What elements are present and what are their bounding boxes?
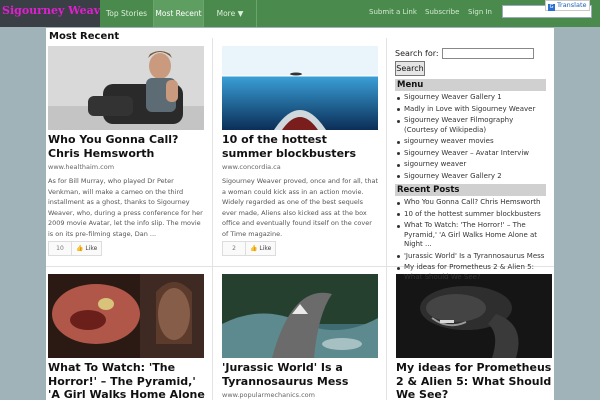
menu-link[interactable]: Sigourney Weaver Gallery 2 [395, 172, 546, 182]
nav-top-stories[interactable]: Top Stories [100, 0, 153, 27]
menu-link[interactable]: Sigourney Weaver Filmography (Courtesy o… [395, 116, 546, 135]
submit-link[interactable]: Submit a Link [369, 0, 417, 27]
recent-post-link[interactable]: Who You Gonna Call? Chris Hemsworth [395, 198, 546, 208]
article-title[interactable]: What To Watch: 'The Horror!' – The Pyram… [48, 361, 205, 400]
menu-link[interactable]: sigourney weaver [395, 160, 546, 170]
brand-logo-text[interactable]: Sigourney Weaver [2, 4, 100, 17]
article-source[interactable]: www.popularmechanics.com [222, 391, 379, 399]
article-title[interactable]: 10 of the hottest summer blockbusters [222, 133, 379, 160]
translate-widget[interactable]: G Translate [545, 0, 590, 11]
site-brand[interactable]: Sigourney Weaver [0, 0, 100, 27]
menu-link[interactable]: Madly in Love with Sigourney Weaver [395, 105, 546, 115]
article-card: 'Jurassic World' Is a Tyrannosaurus Mess… [222, 274, 379, 399]
article-title[interactable]: Who You Gonna Call? Chris Hemsworth [48, 133, 205, 160]
article-card: 10 of the hottest summer blockbusters ww… [222, 46, 379, 239]
article-excerpt: As for Bill Murray, who played Dr Peter … [48, 177, 203, 238]
nav-divider [256, 0, 257, 27]
article-thumbnail[interactable] [48, 274, 204, 358]
nav-more-dropdown[interactable]: More ▼ [204, 0, 256, 27]
like-label: Like [85, 245, 98, 252]
article-source[interactable]: www.concordia.ca [222, 163, 379, 171]
article-thumbnail[interactable] [48, 46, 204, 130]
article-card: My ideas for Prometheus 2 & Alien 5: Wha… [396, 274, 553, 400]
article-title[interactable]: My ideas for Prometheus 2 & Alien 5: Wha… [396, 361, 553, 400]
like-button[interactable]: 👍 Like [246, 242, 275, 255]
nav-most-recent[interactable]: Most Recent [154, 0, 203, 27]
like-widget[interactable]: 10 👍 Like [48, 241, 103, 256]
column-divider [212, 38, 213, 400]
recent-post-link[interactable]: My ideas for Prometheus 2 & Alien 5: Wha… [395, 263, 546, 282]
article-thumbnail[interactable] [222, 274, 378, 358]
search-button[interactable]: Search [395, 61, 425, 76]
article-excerpt: Sigourney Weaver proved, once and for al… [222, 177, 379, 238]
recent-post-link[interactable]: 10 of the hottest summer blockbusters [395, 210, 546, 220]
search-label: Search for: [395, 49, 439, 58]
section-title: Most Recent [49, 31, 120, 42]
search-input[interactable] [442, 48, 535, 59]
article-source[interactable]: www.healthaim.com [48, 163, 205, 171]
article-card: What To Watch: 'The Horror!' – The Pyram… [48, 274, 205, 400]
like-button[interactable]: 👍 Like [72, 242, 101, 255]
menu-heading: Menu [395, 79, 546, 91]
menu-link[interactable]: Sigourney Weaver Gallery 1 [395, 93, 546, 103]
recent-post-link[interactable]: What To Watch: 'The Horror!' – The Pyram… [395, 221, 546, 250]
menu-link[interactable]: sigourney weaver movies [395, 137, 546, 147]
sidebar-search: Search for: [395, 48, 546, 59]
article-thumbnail[interactable] [396, 274, 552, 358]
menu-link[interactable]: Sigourney Weaver – Avatar Interviw [395, 149, 546, 159]
sign-in-link[interactable]: Sign In [468, 0, 492, 27]
subscribe-link[interactable]: Subscribe [425, 0, 459, 27]
article-title[interactable]: 'Jurassic World' Is a Tyrannosaurus Mess [222, 361, 379, 388]
like-count: 2 [223, 242, 246, 255]
google-translate-icon: G [548, 4, 555, 11]
article-card: Who You Gonna Call? Chris Hemsworth www.… [48, 46, 205, 239]
recent-posts-heading: Recent Posts [395, 184, 546, 196]
menu-list: Sigourney Weaver Gallery 1 Madly in Love… [395, 93, 546, 181]
sidebar: Search for: Search Menu Sigourney Weaver… [395, 48, 546, 282]
recent-posts-list: Who You Gonna Call? Chris Hemsworth 10 o… [395, 198, 546, 282]
top-navigation-bar: Sigourney Weaver Top Stories Most Recent… [0, 0, 600, 27]
like-count: 10 [49, 242, 72, 255]
translate-label: Translate [557, 1, 587, 9]
like-widget[interactable]: 2 👍 Like [222, 241, 277, 256]
like-label: Like [259, 245, 272, 252]
article-thumbnail[interactable] [222, 46, 378, 130]
column-divider [386, 38, 387, 400]
recent-post-link[interactable]: 'Jurassic World' Is a Tyrannosaurus Mess [395, 252, 546, 262]
